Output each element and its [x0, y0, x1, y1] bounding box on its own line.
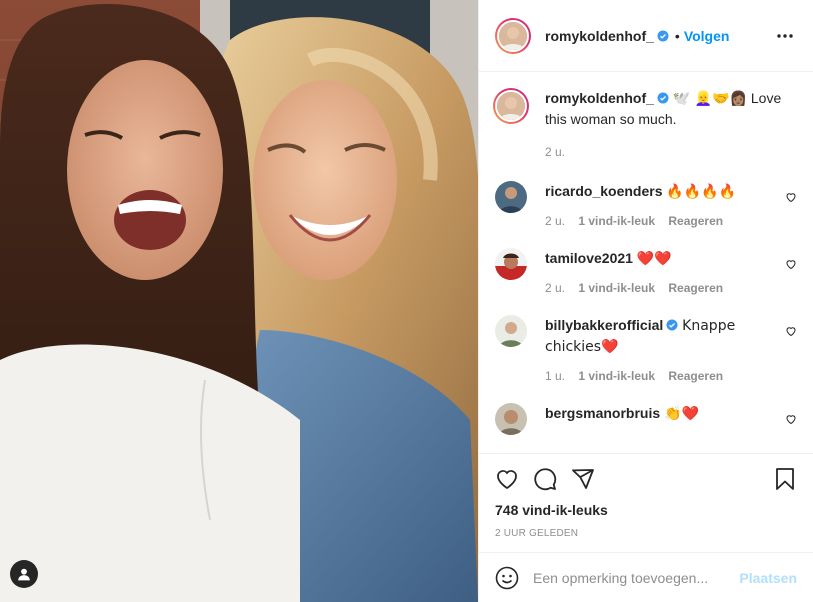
reply-button[interactable]: Reageren — [668, 214, 723, 228]
add-comment-bar: Plaatsen — [479, 552, 813, 602]
user-silhouette-icon — [18, 568, 30, 581]
comment-likes[interactable]: 1 vind-ik-leuk — [578, 369, 655, 383]
comment-text: ❤️❤️ — [636, 251, 672, 267]
comment-item: billybakkerofficial Knappe chickies❤️ 1 … — [495, 315, 797, 383]
photo-scene — [0, 0, 478, 602]
comment-likes[interactable]: 1 vind-ik-leuk — [578, 214, 655, 228]
comment-username[interactable]: tamilove2021 — [545, 250, 633, 266]
comment-item: ricardo_koenders 🔥🔥🔥🔥 2 u. 1 vind-ik-leu… — [495, 181, 797, 228]
comment-text: 👏❤️ — [664, 406, 699, 422]
bookmark-icon[interactable] — [773, 467, 797, 491]
post-photo[interactable] — [0, 0, 478, 602]
like-comment-heart-icon[interactable] — [785, 325, 797, 337]
commenter-avatar[interactable] — [495, 403, 527, 435]
heart-icon[interactable] — [495, 467, 519, 491]
verified-badge-icon — [657, 30, 669, 41]
reply-button[interactable]: Reageren — [668, 369, 723, 383]
post-header: romykoldenhof_ • Volgen — [479, 0, 813, 72]
comment-username[interactable]: ricardo_koenders — [545, 183, 663, 199]
verified-badge-icon — [666, 319, 678, 331]
like-comment-heart-icon[interactable] — [785, 413, 797, 425]
post-modal: romykoldenhof_ • Volgen romykoldenhof_ 🕊… — [0, 0, 813, 602]
comment-username[interactable]: billybakkerofficial — [545, 317, 663, 333]
likes-count[interactable]: 748 vind-ik-leuks — [495, 502, 797, 518]
comment-item: bergsmanorbruis 👏❤️ — [495, 403, 797, 435]
share-icon[interactable] — [571, 467, 595, 491]
header-separator: • — [674, 27, 680, 44]
post-comment-button[interactable]: Plaatsen — [739, 570, 797, 586]
caption-avatar[interactable] — [493, 88, 529, 124]
commenter-avatar[interactable] — [495, 181, 527, 213]
caption-time[interactable]: 2 u. — [545, 145, 565, 159]
commenter-avatar[interactable] — [495, 248, 527, 280]
comment-icon[interactable] — [533, 467, 557, 491]
comment-input[interactable] — [533, 569, 740, 586]
comment-likes[interactable]: 1 vind-ik-leuk — [578, 281, 655, 295]
comment-username[interactable]: bergsmanorbruis — [545, 405, 660, 421]
follow-button[interactable]: Volgen — [684, 28, 730, 44]
author-username[interactable]: romykoldenhof_ — [545, 28, 654, 44]
emoji-icon[interactable] — [495, 566, 519, 590]
more-horizontal-icon[interactable] — [773, 24, 797, 48]
reply-button[interactable]: Reageren — [668, 281, 723, 295]
comment-text: 🔥🔥🔥🔥 — [666, 184, 737, 200]
user-tag-icon[interactable] — [10, 560, 38, 588]
post-caption: romykoldenhof_ 🕊️ 👱‍♀️🤝👩🏽 Love this woma… — [493, 88, 797, 159]
caption-username[interactable]: romykoldenhof_ — [545, 90, 654, 106]
author-avatar[interactable] — [495, 17, 531, 54]
post-actions: 748 vind-ik-leuks 2 UUR GELEDEN — [479, 453, 813, 552]
comment-time[interactable]: 1 u. — [545, 369, 565, 383]
comment-item: tamilove2021 ❤️❤️ 2 u. 1 vind-ik-leuk Re… — [495, 248, 797, 295]
caption-emojis: 🕊️ 👱‍♀️🤝👩🏽 — [672, 91, 747, 107]
comment-time[interactable]: 2 u. — [545, 214, 565, 228]
like-comment-heart-icon[interactable] — [785, 191, 797, 203]
verified-badge-icon — [657, 92, 669, 104]
posted-time[interactable]: 2 UUR GELEDEN — [495, 528, 797, 539]
commenter-avatar[interactable] — [495, 315, 527, 347]
like-comment-heart-icon[interactable] — [785, 258, 797, 270]
post-side-panel: romykoldenhof_ • Volgen romykoldenhof_ 🕊… — [478, 0, 813, 602]
comment-time[interactable]: 2 u. — [545, 281, 565, 295]
comments-list[interactable]: romykoldenhof_ 🕊️ 👱‍♀️🤝👩🏽 Love this woma… — [479, 72, 813, 453]
